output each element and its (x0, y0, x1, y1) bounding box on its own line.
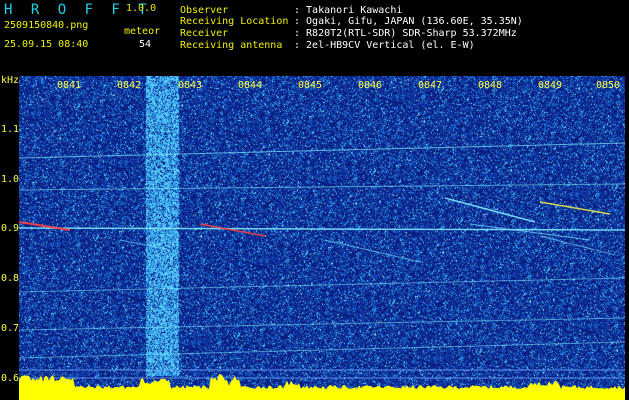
meteor-echo (469, 223, 591, 241)
time-tick: 0841 (57, 80, 82, 91)
carrier-trace-097 (18, 183, 626, 191)
carrier-trace-078 (18, 277, 626, 293)
spectrogram-overlay (18, 142, 626, 400)
time-tick: 0849 (538, 80, 563, 91)
time-tick: 0850 (596, 80, 621, 91)
freq-tick: 0.9 (1, 223, 20, 234)
freq-tick: 0.7 (1, 323, 20, 334)
freq-tick: 0.6 (1, 373, 20, 384)
time-tick: 0846 (358, 80, 383, 91)
freq-tick: 0.8 (1, 273, 20, 284)
time-tick: 0844 (238, 80, 263, 91)
meteor-echo (539, 235, 616, 256)
meteor-echo (324, 239, 421, 263)
freq-tick: 1.1 (1, 124, 20, 135)
meteor-echo (539, 201, 611, 215)
meteor-echo (444, 197, 536, 223)
time-tick: 0842 (117, 80, 142, 91)
freq-unit-label: kHz (1, 75, 20, 86)
time-tick: 0843 (178, 80, 203, 91)
carrier-trace-072 (18, 317, 626, 331)
time-tick: 0847 (418, 80, 443, 91)
carrier-trace-068 (18, 341, 626, 359)
hrofft-window: H R O F F T 1.0.0 2509150840.png 25.09.1… (0, 0, 629, 400)
meteor-echo (199, 223, 266, 237)
carrier-trace-090 (18, 227, 626, 231)
meteor-echo (119, 239, 171, 251)
time-tick: 0848 (478, 80, 503, 91)
time-tick: 0845 (298, 80, 323, 91)
freq-tick: 1.0 (1, 174, 20, 185)
carrier-trace-105 (18, 142, 626, 159)
